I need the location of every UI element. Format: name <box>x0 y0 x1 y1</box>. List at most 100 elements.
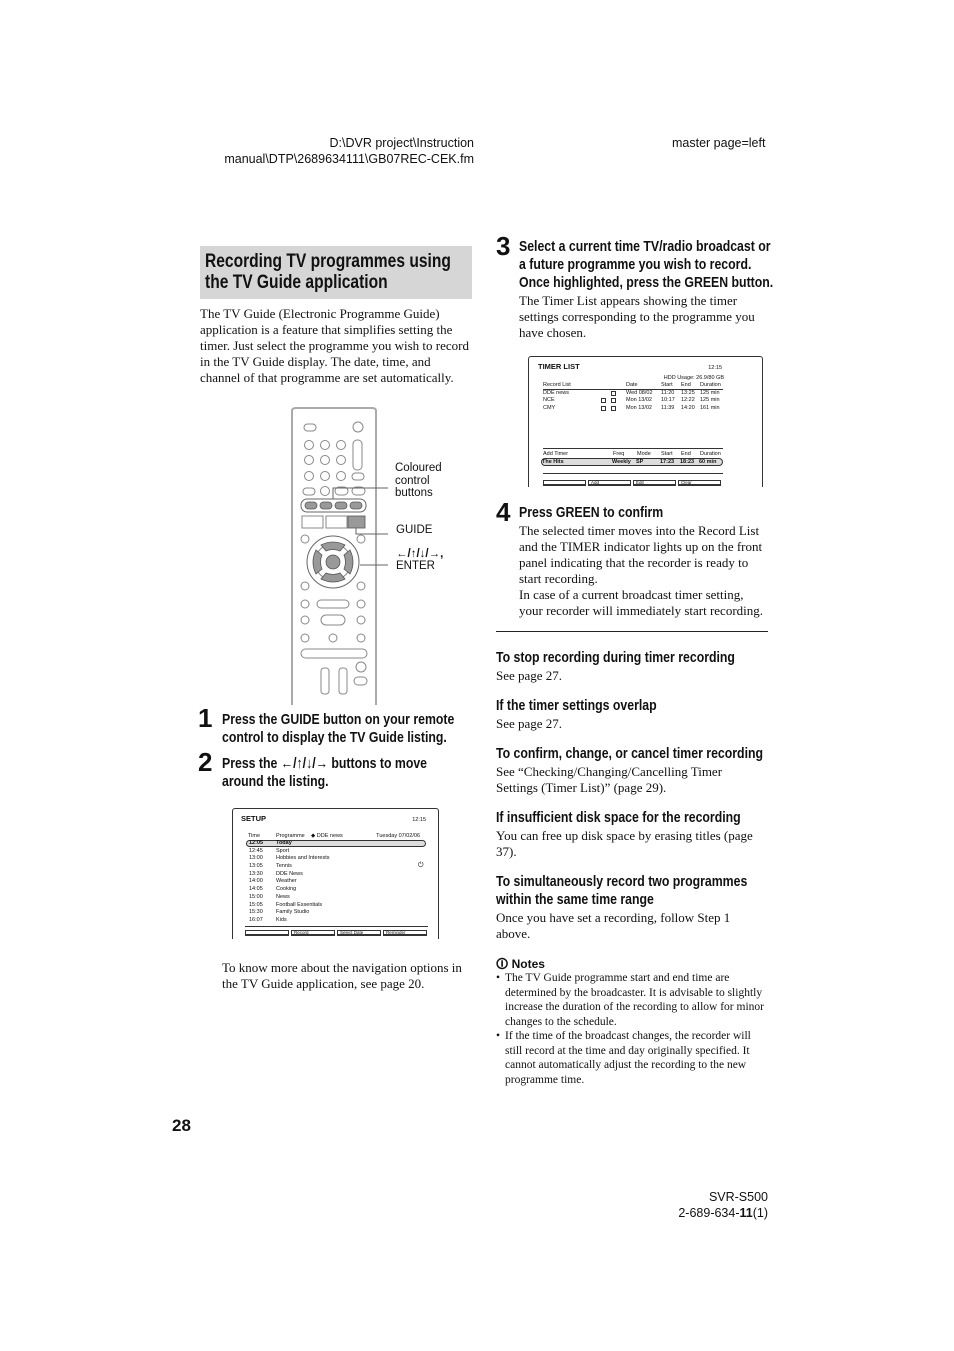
label-line: buttons <box>395 487 433 499</box>
cell: NCE <box>543 397 555 404</box>
col-header: Programme <box>276 833 305 839</box>
note-item: If the time of the broadcast changes, th… <box>496 1029 768 1087</box>
topic-text: Once you have set a recording, follow St… <box>496 910 731 941</box>
programme-cell: Sport <box>276 847 290 854</box>
label-line: control <box>395 474 430 487</box>
coloured-buttons-label: Coloured control buttons <box>395 462 442 500</box>
cell: 18:23 <box>680 459 695 465</box>
time-cell: 12:45 <box>249 847 263 854</box>
screen-button: Reminder <box>383 930 427 936</box>
channel-name: DDE news <box>316 833 343 839</box>
cell: Duration <box>700 451 721 457</box>
date: Tuesday 07/02/06 <box>376 833 420 839</box>
channel: ◆ DDE news <box>311 833 343 839</box>
selected-row-highlight <box>246 840 426 847</box>
programme-cell: Tennis <box>276 863 292 870</box>
programme-cell: Today <box>276 840 292 846</box>
checkbox-icon <box>601 406 606 412</box>
title-line: Recording TV programmes using <box>205 251 451 272</box>
time-cell: 14:00 <box>249 878 263 885</box>
code: (1) <box>752 1206 768 1220</box>
code: 11 <box>739 1206 753 1220</box>
code: 2-689-634- <box>678 1206 740 1220</box>
cell: 11:39 <box>661 405 675 412</box>
screen-button: Record <box>291 930 335 936</box>
page-number: 28 <box>172 1116 191 1135</box>
step-line: Once highlighted, press the GREEN button… <box>519 274 774 291</box>
topic-heading: If the timer settings overlap <box>496 697 657 714</box>
doc-code: 2-689-634-11(1) <box>600 1205 768 1221</box>
time-cell: 16:07 <box>249 916 263 923</box>
label-line: Coloured <box>395 462 442 474</box>
notes-list: The TV Guide programme start and end tim… <box>496 971 768 1087</box>
topic-heading: To stop recording during timer recording <box>496 649 735 666</box>
step-4-text: Press GREEN to confirm <box>519 504 664 521</box>
title-line: the TV Guide application <box>205 272 388 293</box>
programme-cell: Football Essentials <box>276 901 323 908</box>
cell: SP <box>636 459 644 465</box>
screen-button: Select Date <box>337 930 381 936</box>
cell: 161 min <box>700 405 720 412</box>
table-row: The Hits Weekly SP 17:23 18:23 60 min <box>541 458 723 466</box>
table-row: Add Timer Freq Mode Start End Duration <box>543 448 723 458</box>
step-2-text: Press the ←/↑/↓/→ buttons to move around … <box>222 755 427 791</box>
programme-cell: Family Studio <box>276 909 310 916</box>
setup-screen: SETUP 12:15 Time Programme ◆ DDE news Tu… <box>232 808 439 939</box>
step-line: a future programme you wish to record. <box>519 256 752 273</box>
step-number: 1 <box>198 703 213 733</box>
cell: Wed 08/02 <box>626 389 653 396</box>
heading-line: within the same time range <box>496 891 654 908</box>
topic-text: See “Checking/Changing/Cancelling Timer … <box>496 764 723 795</box>
programme-cell: Hobbies and Interests <box>276 855 330 862</box>
notes-title: Notes <box>511 957 545 971</box>
cell: Date <box>626 382 638 388</box>
add-timer: Add Timer Freq Mode Start End Duration The Hit… <box>541 448 723 466</box>
cell: 17:23 <box>660 459 675 465</box>
notes-icon: 🛈 <box>496 957 509 971</box>
step-line: around the listing. <box>222 773 329 790</box>
topic-text: You can free up disk space by erasing ti… <box>496 828 753 859</box>
col-header: Time <box>248 833 261 839</box>
divider <box>496 631 768 632</box>
section-title: Recording TV programmes using the TV Guid… <box>200 246 472 299</box>
cell: 12:22 <box>681 397 695 404</box>
time-cell: 13:30 <box>249 870 263 877</box>
cell: Duration <box>700 382 721 388</box>
cell: Start <box>661 382 673 388</box>
cell: Mon 13/02 <box>626 405 652 412</box>
step-line: Select a current time TV/radio broadcast… <box>519 238 771 255</box>
topic-heading: To confirm, change, or cancel timer reco… <box>496 745 764 762</box>
table-row: CMY Mon 13/02 11:39 14:20 161 min <box>543 405 723 413</box>
programme-cell: Weather <box>276 878 297 885</box>
topic-text: See page 27. <box>496 668 563 683</box>
programme-cell: DDE News <box>276 870 303 877</box>
cell: 11:20 <box>661 389 675 396</box>
alarm-icon: ⏻ <box>418 862 424 869</box>
table-row: Record List Date Start End Duration <box>543 382 723 390</box>
heading-line: To simultaneously record two programmes <box>496 873 748 890</box>
cell: End <box>681 451 691 457</box>
table-row: DDE news Wed 08/02 11:20 13:25 125 min <box>543 390 723 398</box>
cell: CMY <box>543 405 556 412</box>
path-line: manual\DTP\2689634111\GB07REC-CEK.fm <box>224 152 474 166</box>
screen-clock: 12:15 <box>412 817 426 823</box>
cell: 125 min <box>700 397 720 404</box>
step-line: Press the ←/↑/↓/→ buttons to move <box>222 755 428 772</box>
cell: 10:17 <box>661 397 675 404</box>
cell: Freq <box>613 451 625 457</box>
cell: Mode <box>637 451 651 457</box>
screen-button: Clear <box>678 480 721 486</box>
path-line: D:\DVR project\Instruction <box>329 136 475 150</box>
cell: 13:25 <box>681 389 695 396</box>
remote-control-illustration <box>291 407 388 705</box>
checkbox-icon <box>611 398 616 404</box>
hdd-usage: HDD Usage: 26.9/80 GB <box>663 375 724 381</box>
cell: Weekly <box>612 459 631 465</box>
time-cell: 15:00 <box>249 893 263 900</box>
record-list: Record List Date Start End Duration DDE news W… <box>543 382 723 413</box>
screen-buttons: Add Edit Clear <box>543 480 721 486</box>
section-title-text: Recording TV programmes using the TV Guid… <box>205 251 451 293</box>
programme-cell: News <box>276 893 290 900</box>
intro-paragraph: The TV Guide (Electronic Programme Guide… <box>200 306 469 385</box>
table-row: NCE Mon 13/02 10:17 12:22 125 min <box>543 397 723 405</box>
